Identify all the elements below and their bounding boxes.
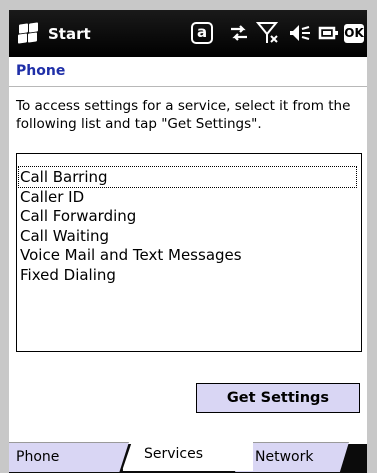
at-icon[interactable]: a <box>190 20 214 46</box>
list-item[interactable]: Call Forwarding <box>19 206 136 226</box>
start-button[interactable]: Start <box>17 22 91 46</box>
battery-icon[interactable] <box>318 20 340 46</box>
no-signal-icon[interactable] <box>256 20 282 46</box>
ok-icon[interactable]: OK <box>343 20 365 46</box>
tab-phone-label: Phone <box>16 449 60 465</box>
list-item[interactable]: Voice Mail and Text Messages <box>19 245 242 265</box>
page-title: Phone <box>16 63 66 79</box>
sync-icon[interactable] <box>227 20 251 46</box>
instructions-text: To access settings for a service, select… <box>16 98 351 132</box>
list-item[interactable]: Caller ID <box>19 187 84 207</box>
windows-logo-icon <box>17 22 39 45</box>
device-screen: Start a OK Phone To access settings for … <box>9 10 367 473</box>
volume-muted-icon[interactable] <box>288 20 312 46</box>
list-item[interactable]: Call Barring <box>18 166 357 188</box>
at-icon-glyph: a <box>191 22 213 44</box>
list-item[interactable]: Call Waiting <box>19 226 109 246</box>
tab-services-label: Services <box>144 446 204 462</box>
title-bar: Phone <box>9 57 367 87</box>
start-label: Start <box>48 25 91 43</box>
list-item[interactable]: Fixed Dialing <box>19 265 116 285</box>
services-listbox[interactable]: Call Barring Caller ID Call Forwarding Call… <box>16 153 362 352</box>
tab-phone[interactable]: Phone <box>9 442 129 472</box>
status-bar: Start a OK <box>9 10 367 57</box>
get-settings-button[interactable]: Get Settings <box>196 383 360 413</box>
tab-services[interactable]: Services <box>122 440 253 471</box>
ok-button[interactable]: OK <box>344 23 364 43</box>
